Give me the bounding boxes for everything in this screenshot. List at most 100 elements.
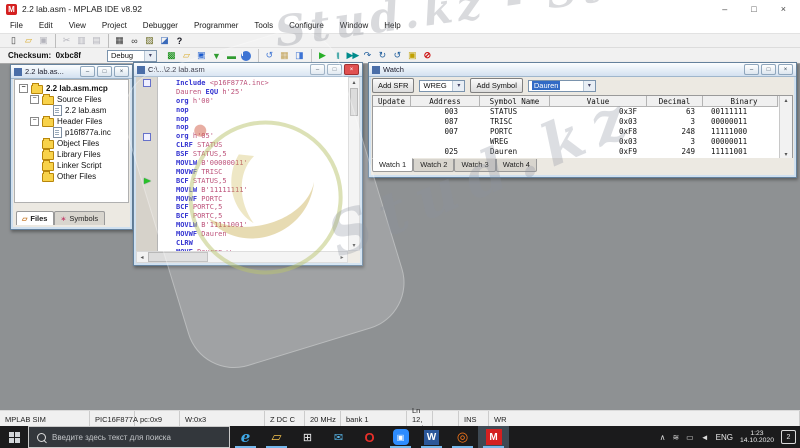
scroll-up-icon[interactable]: ▴: [349, 79, 359, 86]
tree-item[interactable]: Source Files: [19, 94, 128, 105]
tree-item[interactable]: Linker Script: [19, 160, 128, 171]
paste-icon[interactable]: ▤: [89, 35, 104, 47]
read-target-icon[interactable]: ▦: [277, 50, 292, 62]
gutter[interactable]: [136, 141, 158, 150]
menu-item[interactable]: Programmer: [186, 21, 246, 30]
code-line[interactable]: org h'05': [136, 132, 348, 141]
gutter[interactable]: [136, 150, 158, 159]
watch-tab[interactable]: Watch 1: [372, 158, 413, 172]
code-line[interactable]: CLRF STATUS: [136, 141, 348, 150]
file-explorer-icon[interactable]: ▱: [261, 426, 292, 448]
gutter[interactable]: [136, 177, 158, 186]
close-button[interactable]: ×: [781, 4, 786, 14]
step-out-icon[interactable]: ↺: [390, 50, 405, 62]
watch-row[interactable]: WREG 0x03 3 00000011: [373, 136, 792, 146]
cut-icon[interactable]: ✂: [59, 35, 74, 47]
project-wizard-icon[interactable]: ▨: [142, 35, 157, 47]
find-icon[interactable]: ∞: [127, 35, 142, 47]
code-line[interactable]: MOVWF TRISC: [136, 168, 348, 177]
watch-tab[interactable]: Watch 2: [413, 159, 454, 172]
code-editor[interactable]: Include <p16F877A.inc> Dauren EQU h'25' …: [136, 77, 348, 251]
tree-item[interactable]: 2.2 lab.asm.mcp: [19, 83, 128, 94]
menu-item[interactable]: Window: [332, 21, 376, 30]
watch-window-titlebar[interactable]: Watch – □ ×: [369, 63, 796, 77]
code-line[interactable]: MOVWF PORTC: [136, 195, 348, 204]
gutter[interactable]: [136, 88, 158, 97]
make-icon[interactable]: ▬: [224, 50, 239, 62]
print-icon[interactable]: ▦: [112, 35, 127, 47]
battery-icon[interactable]: ▭: [686, 433, 694, 442]
minimize-button[interactable]: –: [744, 64, 759, 75]
column-header[interactable]: Decimal: [647, 96, 703, 107]
editor-window-titlebar[interactable]: C:\...\2.2 lab.asm – □ ×: [134, 63, 362, 77]
save-file-icon[interactable]: ▣: [36, 35, 51, 47]
open-file-icon[interactable]: ▱: [21, 35, 36, 47]
chevron-down-icon[interactable]: ▾: [583, 81, 595, 91]
code-line[interactable]: MOVWF Dauren: [136, 230, 348, 239]
code-line[interactable]: MOVLW B'11111001': [136, 221, 348, 230]
project-window-titlebar[interactable]: 2.2 lab.as... – □ ×: [11, 65, 132, 79]
tree-item[interactable]: Object Files: [19, 138, 128, 149]
code-line[interactable]: org h'00': [136, 97, 348, 106]
maximize-button[interactable]: □: [761, 64, 776, 75]
horizontal-scrollbar[interactable]: ◂ ▸: [136, 251, 348, 263]
animate-icon[interactable]: ▶▶: [345, 50, 360, 62]
sfr-combo[interactable]: WREG ▾: [419, 80, 465, 92]
save-workspace-icon[interactable]: ▣: [194, 50, 209, 62]
code-line[interactable]: BCF PORTC,5: [136, 203, 348, 212]
verify-target-icon[interactable]: ◨: [292, 50, 307, 62]
titlebar[interactable]: M 2.2 lab.asm - MPLAB IDE v8.92 – □ ×: [0, 0, 800, 18]
gutter[interactable]: [136, 195, 158, 204]
volume-icon[interactable]: ◄: [701, 433, 709, 442]
code-line[interactable]: nop: [136, 115, 348, 124]
code-line[interactable]: Dauren EQU h'25': [136, 88, 348, 97]
watch-row[interactable]: 087 TRISC 0x03 3 00000011: [373, 117, 792, 127]
new-project-icon[interactable]: ▩: [164, 50, 179, 62]
scroll-up-icon[interactable]: ▴: [780, 97, 792, 104]
menu-item[interactable]: Edit: [31, 21, 61, 30]
step-over-icon[interactable]: ↻: [375, 50, 390, 62]
gutter[interactable]: [136, 221, 158, 230]
menu-item[interactable]: Project: [94, 21, 135, 30]
tree-expander-icon[interactable]: [19, 84, 28, 93]
taskbar-search[interactable]: Введите здесь текст для поиска: [28, 426, 230, 448]
halt-icon[interactable]: ‖: [330, 50, 345, 62]
watch-row[interactable]: 025 Dauren 0xF9 249 11111001: [373, 146, 792, 156]
maximize-button[interactable]: □: [97, 66, 112, 77]
minimize-button[interactable]: –: [310, 64, 325, 75]
watch-tab[interactable]: Watch 4: [496, 159, 537, 172]
gutter[interactable]: [136, 159, 158, 168]
add-symbol-button[interactable]: Add Symbol: [470, 78, 522, 93]
column-header[interactable]: Symbol Name: [480, 96, 550, 107]
build-info-icon[interactable]: i: [239, 50, 254, 62]
project-tab[interactable]: ▱ Files: [16, 211, 54, 225]
code-line[interactable]: nop: [136, 123, 348, 132]
scroll-down-icon[interactable]: ▾: [349, 242, 359, 249]
column-header[interactable]: Address: [411, 96, 480, 107]
store-icon[interactable]: ⊞: [292, 426, 323, 448]
gutter[interactable]: [136, 203, 158, 212]
column-header[interactable]: Binary: [703, 96, 778, 107]
new-file-icon[interactable]: ▯: [6, 35, 21, 47]
minimize-button[interactable]: –: [80, 66, 95, 77]
maximize-button[interactable]: □: [327, 64, 342, 75]
menu-item[interactable]: Tools: [246, 21, 281, 30]
open-project-icon[interactable]: ▱: [179, 50, 194, 62]
gutter[interactable]: [136, 115, 158, 124]
close-button[interactable]: ×: [344, 64, 359, 75]
gutter[interactable]: [136, 79, 158, 88]
code-line[interactable]: CLRW: [136, 239, 348, 248]
scroll-left-icon[interactable]: ◂: [137, 254, 147, 261]
gutter[interactable]: [136, 168, 158, 177]
column-header[interactable]: Update: [373, 96, 411, 107]
restore-button[interactable]: □: [751, 4, 756, 14]
zoom-icon[interactable]: ▣: [385, 426, 416, 448]
watch-tab[interactable]: Watch 3: [454, 159, 495, 172]
tree-item[interactable]: 2.2 lab.asm: [19, 105, 128, 116]
copy-icon[interactable]: ▥: [74, 35, 89, 47]
menu-item[interactable]: Debugger: [135, 21, 186, 30]
scrollbar-thumb[interactable]: [350, 88, 358, 116]
run-icon[interactable]: ▶: [315, 50, 330, 62]
language-indicator[interactable]: ENG: [716, 433, 733, 442]
add-sfr-button[interactable]: Add SFR: [372, 78, 414, 93]
